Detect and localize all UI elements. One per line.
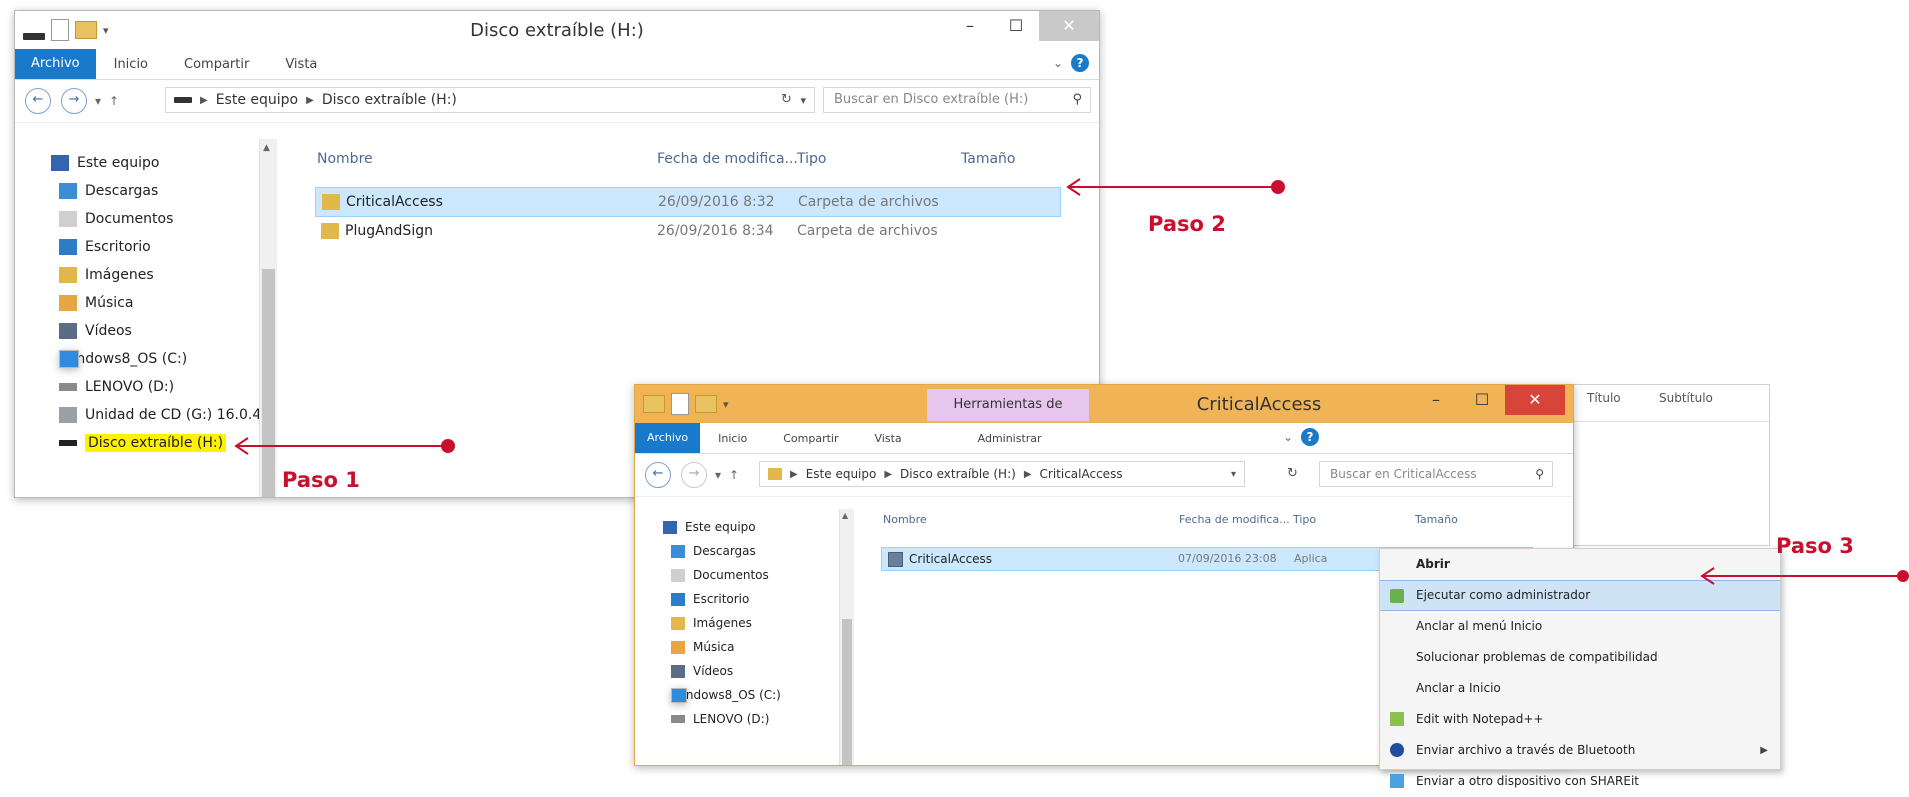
annotation-step2: Paso 2 (1148, 212, 1226, 236)
shareit-icon (1390, 774, 1404, 788)
arrow-dot-step3 (1897, 570, 1909, 582)
arrow-dot-step2 (1271, 180, 1285, 194)
annotation-arrows (234, 178, 1909, 585)
annotation-step1: Paso 1 (282, 468, 360, 492)
annotation-step3: Paso 3 (1776, 534, 1854, 558)
menu-item-enviar-shareit[interactable]: Enviar a otro dispositivo con SHAREit (1380, 766, 1780, 797)
arrow-dot-step1 (441, 439, 455, 453)
